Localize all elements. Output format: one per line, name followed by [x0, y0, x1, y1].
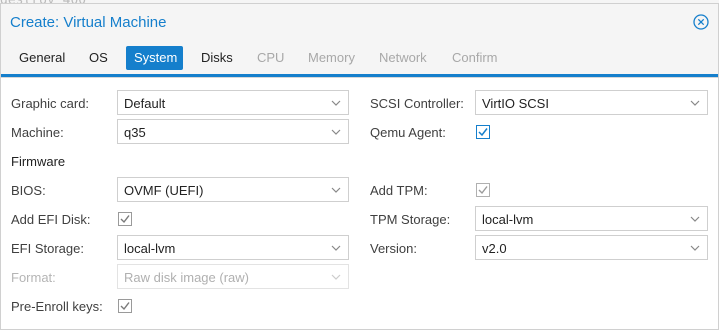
tpm-storage-value: local-lvm: [482, 212, 534, 227]
machine-label: Machine:: [11, 125, 64, 140]
wizard-tabs: General OS System Disks CPU Memory Netwo…: [1, 46, 718, 72]
version-value: v2.0: [482, 241, 507, 256]
qemu-agent-label: Qemu Agent:: [370, 125, 446, 140]
bios-label: BIOS:: [11, 183, 46, 198]
add-efi-disk-label: Add EFI Disk:: [11, 212, 91, 227]
format-value: Raw disk image (raw): [124, 270, 249, 285]
machine-select[interactable]: q35: [117, 119, 349, 144]
tab-network: Network: [379, 50, 427, 65]
dialog-title: Create: Virtual Machine: [10, 14, 167, 31]
efi-storage-value: local-lvm: [124, 241, 176, 256]
graphic-card-value: Default: [124, 96, 166, 111]
graphic-card-select[interactable]: Default: [117, 90, 349, 115]
format-select: Raw disk image (raw): [117, 264, 349, 289]
chevron-down-icon[interactable]: [330, 184, 342, 196]
firmware-section-label: Firmware: [11, 154, 66, 169]
efi-storage-select[interactable]: local-lvm: [117, 235, 349, 260]
chevron-down-icon[interactable]: [689, 97, 701, 109]
tpm-storage-label: TPM Storage:: [370, 212, 451, 227]
bios-select[interactable]: OVMF (UEFI): [117, 177, 349, 202]
create-vm-dialog: Create: Virtual Machine General OS Syste…: [0, 3, 719, 330]
version-select[interactable]: v2.0: [475, 235, 708, 260]
add-tpm-label: Add TPM:: [370, 183, 428, 198]
scsi-controller-value: VirtIO SCSI: [482, 96, 549, 111]
tab-os[interactable]: OS: [81, 46, 116, 70]
tab-system[interactable]: System: [126, 46, 183, 70]
tab-general[interactable]: General: [11, 46, 73, 70]
tab-cpu: CPU: [257, 50, 285, 65]
machine-value: q35: [124, 125, 146, 140]
chevron-down-icon[interactable]: [689, 242, 701, 254]
chevron-down-icon[interactable]: [330, 242, 342, 254]
chevron-down-icon[interactable]: [330, 97, 342, 109]
tab-memory: Memory: [308, 50, 355, 65]
close-icon[interactable]: [693, 14, 709, 30]
scsi-controller-select[interactable]: VirtIO SCSI: [475, 90, 708, 115]
tpm-storage-select[interactable]: local-lvm: [475, 206, 708, 231]
chevron-down-icon: [331, 274, 341, 280]
scsi-controller-label: SCSI Controller:: [370, 96, 464, 111]
bios-value: OVMF (UEFI): [124, 183, 204, 198]
qemu-agent-checkbox[interactable]: [476, 125, 490, 139]
tab-disks[interactable]: Disks: [193, 46, 241, 70]
version-label: Version:: [370, 241, 417, 256]
dialog-titlebar: Create: Virtual Machine: [1, 4, 718, 40]
add-tpm-checkbox[interactable]: [476, 183, 490, 197]
graphic-card-label: Graphic card:: [11, 96, 90, 111]
efi-storage-label: EFI Storage:: [11, 241, 84, 256]
pre-enroll-keys-label: Pre-Enroll keys:: [11, 299, 103, 314]
format-label: Format:: [11, 270, 56, 285]
tab-confirm: Confirm: [452, 50, 498, 65]
pre-enroll-keys-checkbox[interactable]: [118, 299, 132, 313]
chevron-down-icon[interactable]: [330, 126, 342, 138]
add-efi-disk-checkbox[interactable]: [118, 212, 132, 226]
chevron-down-icon[interactable]: [689, 213, 701, 225]
form-panel: Graphic card: Default Machine: q35 Firmw…: [1, 77, 718, 329]
